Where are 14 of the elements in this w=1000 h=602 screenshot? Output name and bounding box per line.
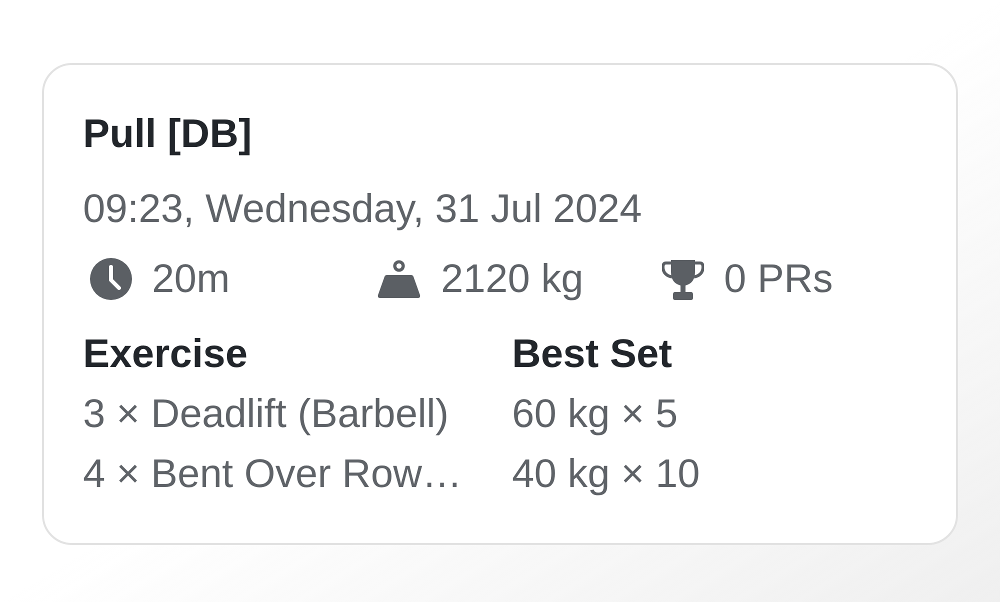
table-cell: 3 × Deadlift (Barbell): [83, 392, 449, 436]
workout-date: 09:23, Wednesday, 31 Jul 2024: [83, 186, 642, 233]
stat-value: 20m: [152, 256, 230, 303]
weight-icon: [377, 260, 421, 298]
stat-value: 2120 kg: [441, 256, 584, 303]
table-cell: 60 kg × 5: [512, 392, 678, 436]
table-cell: 4 × Bent Over Row…: [83, 452, 462, 496]
table-header: Exercise: [83, 332, 248, 376]
workout-title: Pull [DB]: [83, 111, 252, 158]
trophy-icon: [662, 258, 704, 300]
table-header: Best Set: [512, 332, 672, 376]
table-cell: 40 kg × 10: [512, 452, 700, 496]
clock-icon: [90, 258, 132, 300]
stat-value: 0 PRs: [724, 256, 833, 303]
